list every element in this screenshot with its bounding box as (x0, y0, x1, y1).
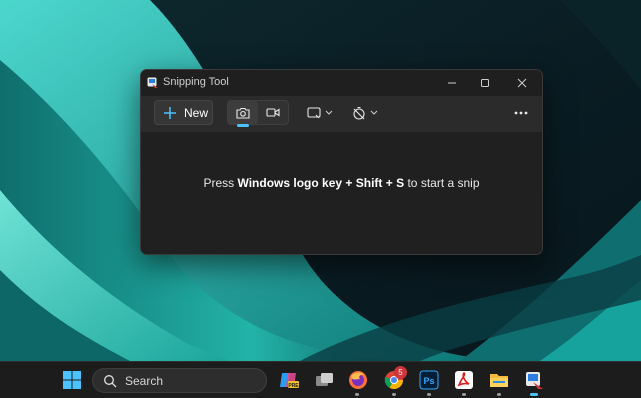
more-dots-icon (514, 111, 528, 114)
photoshop-running-indicator (427, 393, 431, 396)
hint-s-key: S (396, 176, 405, 190)
hint-windows-key: Windows logo key (237, 176, 343, 190)
close-icon (517, 78, 527, 88)
snipping-tool-active-indicator (530, 393, 538, 396)
title-bar: Snipping Tool (141, 70, 542, 96)
search-label: Search (125, 373, 164, 388)
taskbar: Search PRE 5 Ps (0, 361, 641, 398)
snipping-tool-icon[interactable] (523, 369, 545, 391)
search-icon (104, 374, 117, 387)
maximize-button[interactable] (467, 70, 503, 96)
snip-shape-dropdown[interactable] (307, 100, 333, 125)
hint-prefix: Press (203, 176, 238, 190)
acrobat-icon[interactable] (453, 369, 475, 391)
task-view-icon[interactable] (313, 369, 335, 391)
plus-icon (164, 106, 176, 119)
file-explorer-running-indicator (497, 393, 501, 396)
hint-shift-key: Shift (355, 176, 383, 190)
hint-plus-2: + (382, 176, 397, 190)
camera-icon (236, 107, 250, 119)
snip-toolbar: New (141, 96, 542, 132)
start-snip-hint: Press Windows logo key + Shift + S to st… (141, 176, 542, 190)
snipping-tool-app-icon (147, 77, 158, 88)
acrobat-running-indicator (462, 393, 466, 396)
no-delay-timer-icon (353, 106, 365, 120)
screenshot-mode-button[interactable] (228, 101, 258, 127)
delay-dropdown[interactable] (352, 100, 378, 125)
selected-mode-indicator (237, 124, 249, 127)
more-options-button[interactable] (509, 100, 533, 125)
window-title: Snipping Tool (163, 76, 229, 88)
chrome-notification-badge: 5 (394, 366, 407, 379)
chevron-down-icon (325, 110, 333, 115)
snipping-tool-window: Snipping Tool New Press Windows logo key… (140, 69, 543, 255)
close-button[interactable] (504, 70, 540, 96)
video-mode-button[interactable] (258, 101, 288, 124)
photoshop-icon[interactable]: Ps (418, 369, 440, 391)
chrome-running-indicator (392, 393, 396, 396)
hint-suffix: to start a snip (404, 176, 480, 190)
minimize-icon (448, 82, 456, 84)
taskbar-search-box[interactable]: Search (92, 368, 267, 393)
chevron-down-icon (370, 110, 378, 115)
new-snip-button[interactable]: New (154, 100, 213, 125)
maximize-icon (481, 79, 489, 87)
file-explorer-icon[interactable] (488, 369, 510, 391)
firefox-icon[interactable] (347, 369, 369, 391)
video-camera-icon (266, 108, 280, 117)
svg-text:PRE: PRE (288, 383, 299, 389)
firefox-running-indicator (355, 393, 359, 396)
minimize-button[interactable] (434, 70, 470, 96)
svg-text:Ps: Ps (423, 376, 434, 386)
rectangle-snip-icon (307, 106, 321, 118)
copilot-pre-icon[interactable]: PRE (278, 369, 300, 391)
capture-mode-toggle (227, 100, 289, 127)
hint-plus-1: + (342, 176, 356, 190)
snip-canvas-area: Press Windows logo key + Shift + S to st… (141, 132, 542, 254)
new-button-label: New (184, 105, 209, 120)
start-windows-icon[interactable] (61, 369, 83, 391)
